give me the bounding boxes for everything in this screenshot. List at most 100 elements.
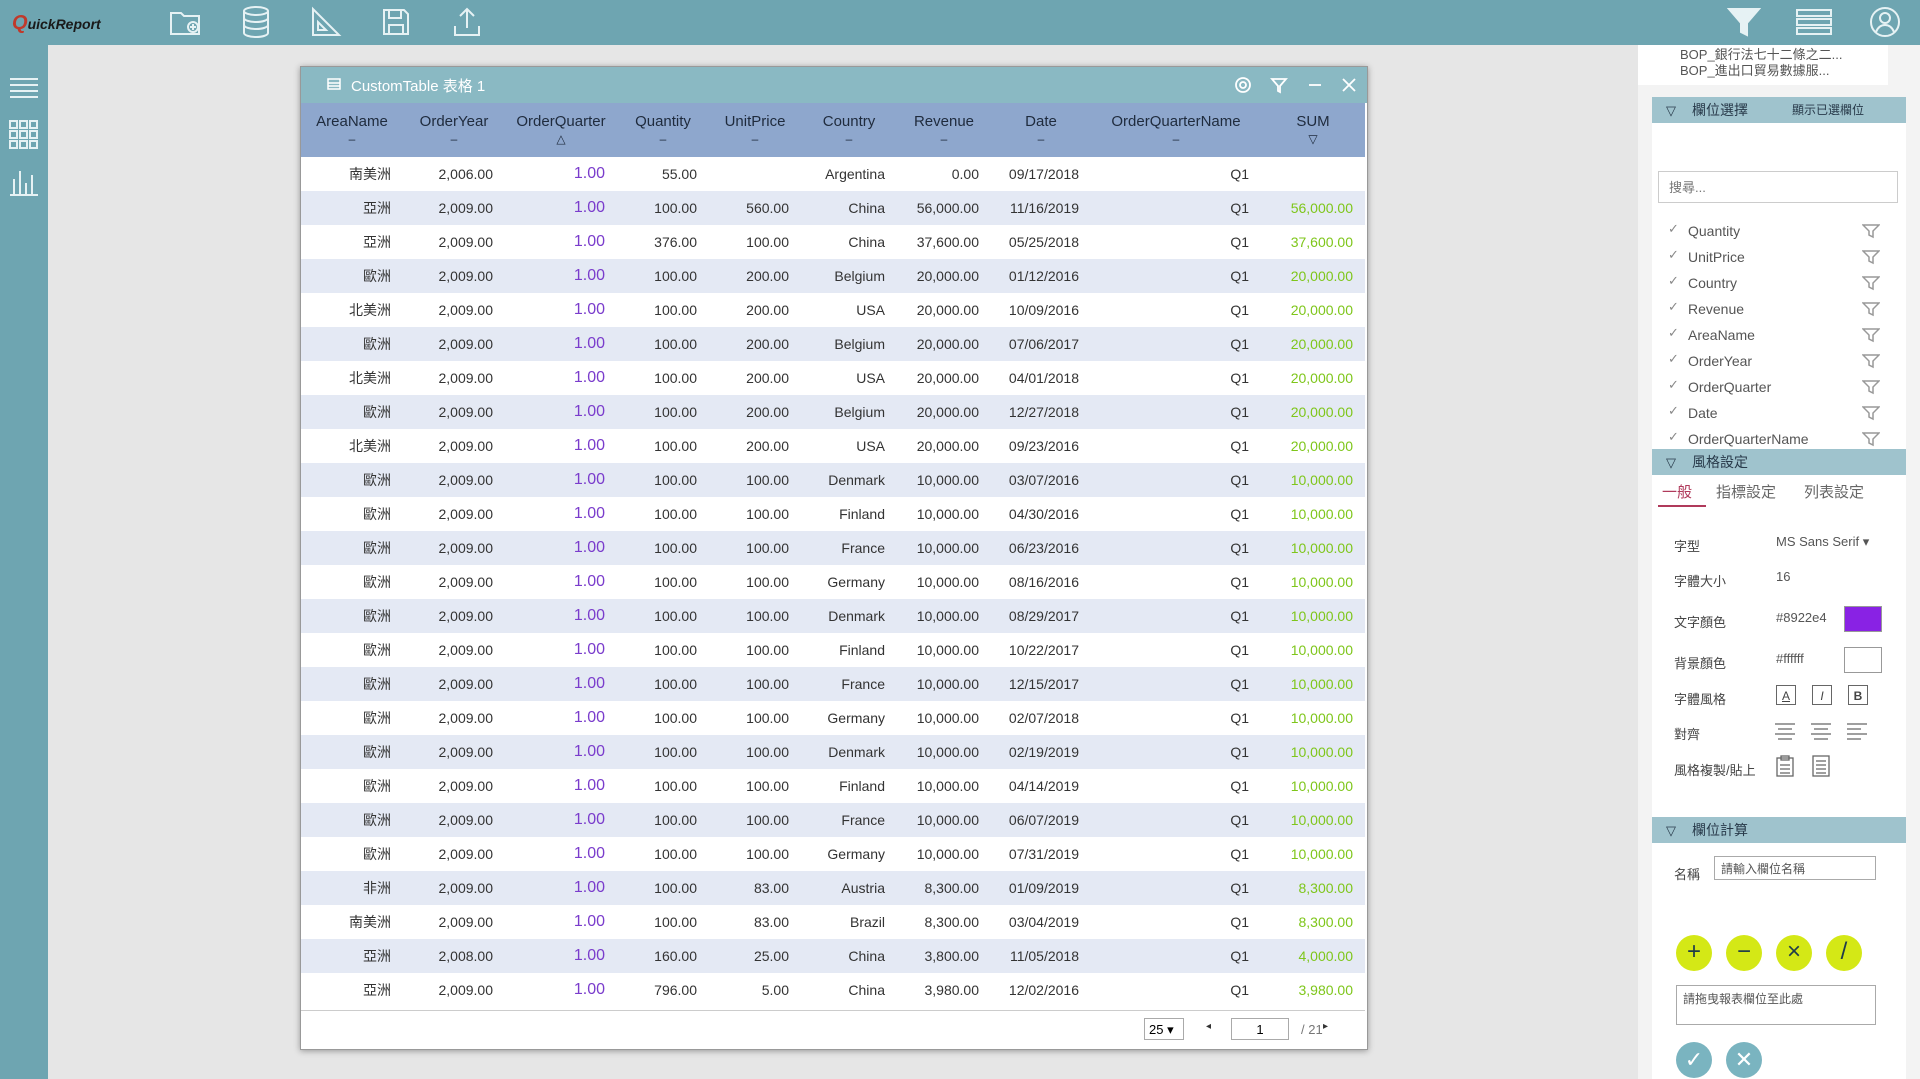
sort-indicator-icon[interactable]: –	[305, 132, 399, 146]
underline-button[interactable]: A	[1776, 685, 1796, 705]
column-header-date[interactable]: Date –	[991, 103, 1091, 157]
paste-style-icon[interactable]	[1812, 755, 1830, 782]
table-row[interactable]: 歐洲 2,009.00 1.00 100.00 100.00 Denmark 10,000.…	[301, 735, 1365, 769]
list-view-icon[interactable]	[6, 71, 42, 107]
page-number-input[interactable]: 1	[1231, 1018, 1289, 1040]
check-icon[interactable]: ✓	[1668, 247, 1679, 263]
check-icon[interactable]: ✓	[1668, 403, 1679, 419]
font-size-input[interactable]: 16	[1776, 569, 1880, 589]
text-color-swatch[interactable]	[1844, 606, 1882, 632]
align-center-icon[interactable]	[1810, 722, 1832, 745]
table-row[interactable]: 歐洲 2,009.00 1.00 100.00 100.00 Denmark 10,000.…	[301, 463, 1365, 497]
settings-gear-icon[interactable]	[1231, 73, 1255, 97]
style-settings-header[interactable]: ▽ 風格設定	[1652, 449, 1906, 475]
formula-drop-area[interactable]: 請拖曳報表欄位至此處	[1676, 985, 1876, 1025]
field-item-areaname[interactable]: ✓ AreaName	[1668, 325, 1898, 349]
sort-indicator-icon[interactable]: △	[509, 132, 613, 146]
tab-general[interactable]: 一般	[1662, 481, 1692, 502]
prev-page-button[interactable]: ◂	[1206, 1021, 1211, 1032]
check-icon[interactable]: ✓	[1668, 221, 1679, 237]
sort-indicator-icon[interactable]: –	[805, 132, 893, 146]
check-icon[interactable]: ✓	[1668, 377, 1679, 393]
field-calc-header[interactable]: ▽ 欄位計算	[1652, 817, 1906, 843]
column-header-orderyear[interactable]: OrderYear –	[403, 103, 505, 157]
align-left-icon[interactable]	[1774, 722, 1796, 745]
field-filter-icon[interactable]	[1861, 249, 1881, 268]
sort-indicator-icon[interactable]: –	[995, 132, 1087, 146]
show-selected-toggle[interactable]: 顯示已選欄位	[1792, 97, 1864, 123]
field-filter-icon[interactable]	[1861, 327, 1881, 346]
window-titlebar[interactable]: CustomTable 表格 1	[301, 67, 1367, 103]
table-row[interactable]: 亞洲 2,009.00 1.00 796.00 5.00 China 3,980.00 12/…	[301, 973, 1365, 1007]
copy-style-icon[interactable]	[1776, 755, 1794, 782]
field-filter-icon[interactable]	[1861, 353, 1881, 372]
italic-button[interactable]: I	[1812, 685, 1832, 705]
calc-name-input[interactable]: 請輸入欄位名稱	[1714, 856, 1876, 880]
sort-indicator-icon[interactable]: –	[621, 132, 705, 146]
table-row[interactable]: 歐洲 2,009.00 1.00 100.00 100.00 Finland 10,000.…	[301, 497, 1365, 531]
field-filter-icon[interactable]	[1861, 379, 1881, 398]
tab-list-settings[interactable]: 列表設定	[1804, 481, 1864, 502]
filter-icon[interactable]	[1726, 4, 1762, 40]
font-select[interactable]: MS Sans Serif ▾	[1776, 534, 1880, 554]
column-header-quantity[interactable]: Quantity –	[617, 103, 709, 157]
table-row[interactable]: 歐洲 2,009.00 1.00 100.00 200.00 Belgium 20,000.…	[301, 327, 1365, 361]
add-operator-button[interactable]: +	[1676, 935, 1712, 971]
database-icon[interactable]	[238, 4, 274, 40]
table-row[interactable]: 亞洲 2,008.00 1.00 160.00 25.00 China 3,800.00 11…	[301, 939, 1365, 973]
field-filter-icon[interactable]	[1861, 223, 1881, 242]
field-filter-icon[interactable]	[1861, 275, 1881, 294]
sort-indicator-icon[interactable]: –	[1095, 132, 1257, 146]
export-icon[interactable]	[449, 4, 485, 40]
check-icon[interactable]: ✓	[1668, 351, 1679, 367]
align-right-icon[interactable]	[1846, 722, 1868, 745]
table-row[interactable]: 歐洲 2,009.00 1.00 100.00 100.00 Finland 10,000.…	[301, 769, 1365, 803]
divide-operator-button[interactable]: /	[1826, 935, 1862, 971]
list-menu-icon[interactable]	[1796, 4, 1832, 40]
field-item-unitprice[interactable]: ✓ UnitPrice	[1668, 247, 1898, 271]
table-row[interactable]: 亞洲 2,009.00 1.00 376.00 100.00 China 37,600.00…	[301, 225, 1365, 259]
column-header-revenue[interactable]: Revenue –	[897, 103, 991, 157]
column-header-country[interactable]: Country –	[801, 103, 897, 157]
page-size-select[interactable]: 25 ▾	[1144, 1018, 1184, 1040]
table-row[interactable]: 亞洲 2,009.00 1.00 100.00 560.00 China 56,000.00…	[301, 191, 1365, 225]
table-row[interactable]: 歐洲 2,009.00 1.00 100.00 100.00 Finland 10,000.…	[301, 633, 1365, 667]
column-header-unitprice[interactable]: UnitPrice –	[709, 103, 801, 157]
field-item-country[interactable]: ✓ Country	[1668, 273, 1898, 297]
table-row[interactable]: 歐洲 2,009.00 1.00 100.00 100.00 France 10,000.0…	[301, 803, 1365, 837]
field-item-quantity[interactable]: ✓ Quantity	[1668, 221, 1898, 245]
field-search-input[interactable]: 搜尋...	[1658, 171, 1898, 203]
field-item-revenue[interactable]: ✓ Revenue	[1668, 299, 1898, 323]
subtract-operator-button[interactable]: −	[1726, 935, 1762, 971]
field-filter-icon[interactable]	[1861, 301, 1881, 320]
table-row[interactable]: 南美洲 2,009.00 1.00 100.00 83.00 Brazil 8,300.00…	[301, 905, 1365, 939]
check-icon[interactable]: ✓	[1668, 325, 1679, 341]
next-page-button[interactable]: ▸	[1323, 1021, 1328, 1032]
dataset-item[interactable]: BOP_銀行法七十二條之二...	[1680, 47, 1888, 63]
dataset-item[interactable]: BOP_進出口貿易數據服...	[1680, 63, 1888, 79]
bar-chart-icon[interactable]	[6, 163, 42, 199]
bg-color-swatch[interactable]	[1844, 647, 1882, 673]
sort-indicator-icon[interactable]: ▽	[1265, 132, 1361, 146]
table-row[interactable]: 北美洲 2,009.00 1.00 100.00 200.00 USA 20,000.00 1…	[301, 293, 1365, 327]
tab-indicator-settings[interactable]: 指標設定	[1716, 481, 1776, 502]
table-row[interactable]: 歐洲 2,009.00 1.00 100.00 100.00 France 10,000.0…	[301, 531, 1365, 565]
ruler-icon[interactable]	[308, 4, 344, 40]
table-row[interactable]: 歐洲 2,009.00 1.00 100.00 100.00 Germany 10,000.…	[301, 701, 1365, 735]
field-filter-icon[interactable]	[1861, 431, 1881, 450]
table-row[interactable]: 歐洲 2,009.00 1.00 100.00 100.00 France 10,000.0…	[301, 667, 1365, 701]
table-row[interactable]: 歐洲 2,009.00 1.00 100.00 100.00 Denmark 10,000.…	[301, 599, 1365, 633]
bold-button[interactable]: B	[1848, 685, 1868, 705]
field-item-orderquarter[interactable]: ✓ OrderQuarter	[1668, 377, 1898, 401]
multiply-operator-button[interactable]: ×	[1776, 935, 1812, 971]
field-filter-icon[interactable]	[1861, 405, 1881, 424]
sort-indicator-icon[interactable]: –	[713, 132, 797, 146]
check-icon[interactable]: ✓	[1668, 273, 1679, 289]
column-header-orderquartername[interactable]: OrderQuarterName –	[1091, 103, 1261, 157]
minimize-icon[interactable]	[1303, 73, 1327, 97]
sort-indicator-icon[interactable]: –	[407, 132, 501, 146]
check-icon[interactable]: ✓	[1668, 299, 1679, 315]
column-header-orderquarter[interactable]: OrderQuarter △	[505, 103, 617, 157]
check-icon[interactable]: ✓	[1668, 429, 1679, 445]
table-row[interactable]: 北美洲 2,009.00 1.00 100.00 200.00 USA 20,000.00 0…	[301, 361, 1365, 395]
